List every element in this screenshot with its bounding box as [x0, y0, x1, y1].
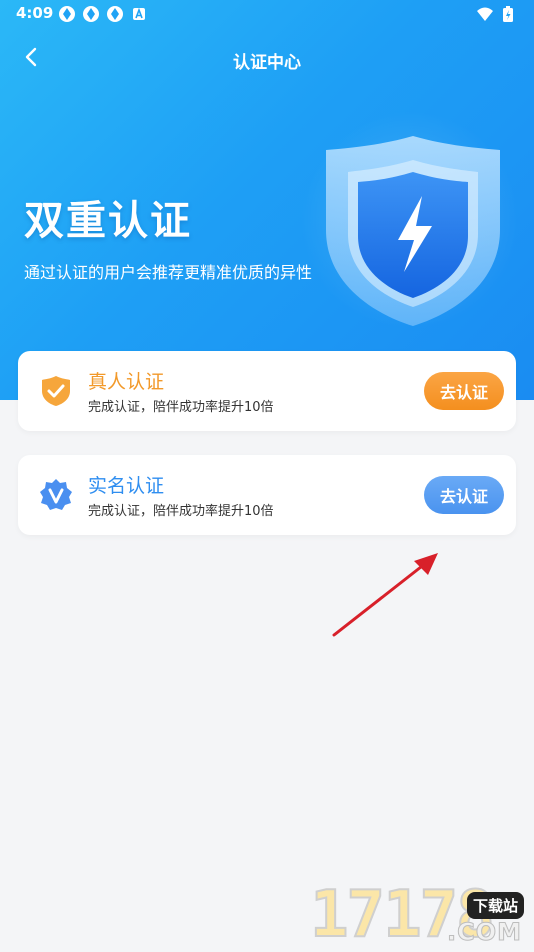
card-title: 实名认证	[88, 475, 165, 497]
page-title: 认证中心	[233, 53, 301, 73]
annotation-arrow	[328, 545, 448, 645]
status-time: 4:09	[16, 4, 54, 22]
badge-v-icon	[38, 477, 74, 513]
status-bar: 4:09	[0, 0, 534, 28]
site-watermark: 17178 下载站 .COM	[309, 877, 530, 952]
hero-subtitle: 通过认证的用户会推荐更精准优质的异性	[24, 263, 313, 282]
title-bar: 认证中心	[0, 40, 534, 78]
verify-button[interactable]: 去认证	[424, 476, 504, 514]
accessibility-icon	[130, 5, 148, 23]
status-right-icons	[476, 5, 520, 23]
verify-button[interactable]: 去认证	[424, 372, 504, 410]
card-title: 真人认证	[88, 371, 165, 393]
battery-charging-icon	[502, 5, 520, 23]
hero-title: 双重认证	[24, 198, 192, 244]
wifi-icon	[476, 5, 494, 23]
app-icon	[106, 5, 124, 23]
real-person-verification-card: 真人认证 完成认证，陪伴成功率提升10倍 去认证	[18, 351, 516, 431]
shield-lightning-icon	[318, 130, 508, 330]
card-subtitle: 完成认证，陪伴成功率提升10倍	[88, 504, 274, 519]
real-name-verification-card: 实名认证 完成认证，陪伴成功率提升10倍 去认证	[18, 455, 516, 535]
watermark-domain: .COM	[446, 918, 522, 947]
notification-icons	[58, 5, 148, 23]
watermark-tag: 下载站	[466, 892, 524, 919]
shield-check-icon	[38, 373, 74, 409]
app-icon	[58, 5, 76, 23]
card-subtitle: 完成认证，陪伴成功率提升10倍	[88, 400, 274, 415]
app-icon	[82, 5, 100, 23]
